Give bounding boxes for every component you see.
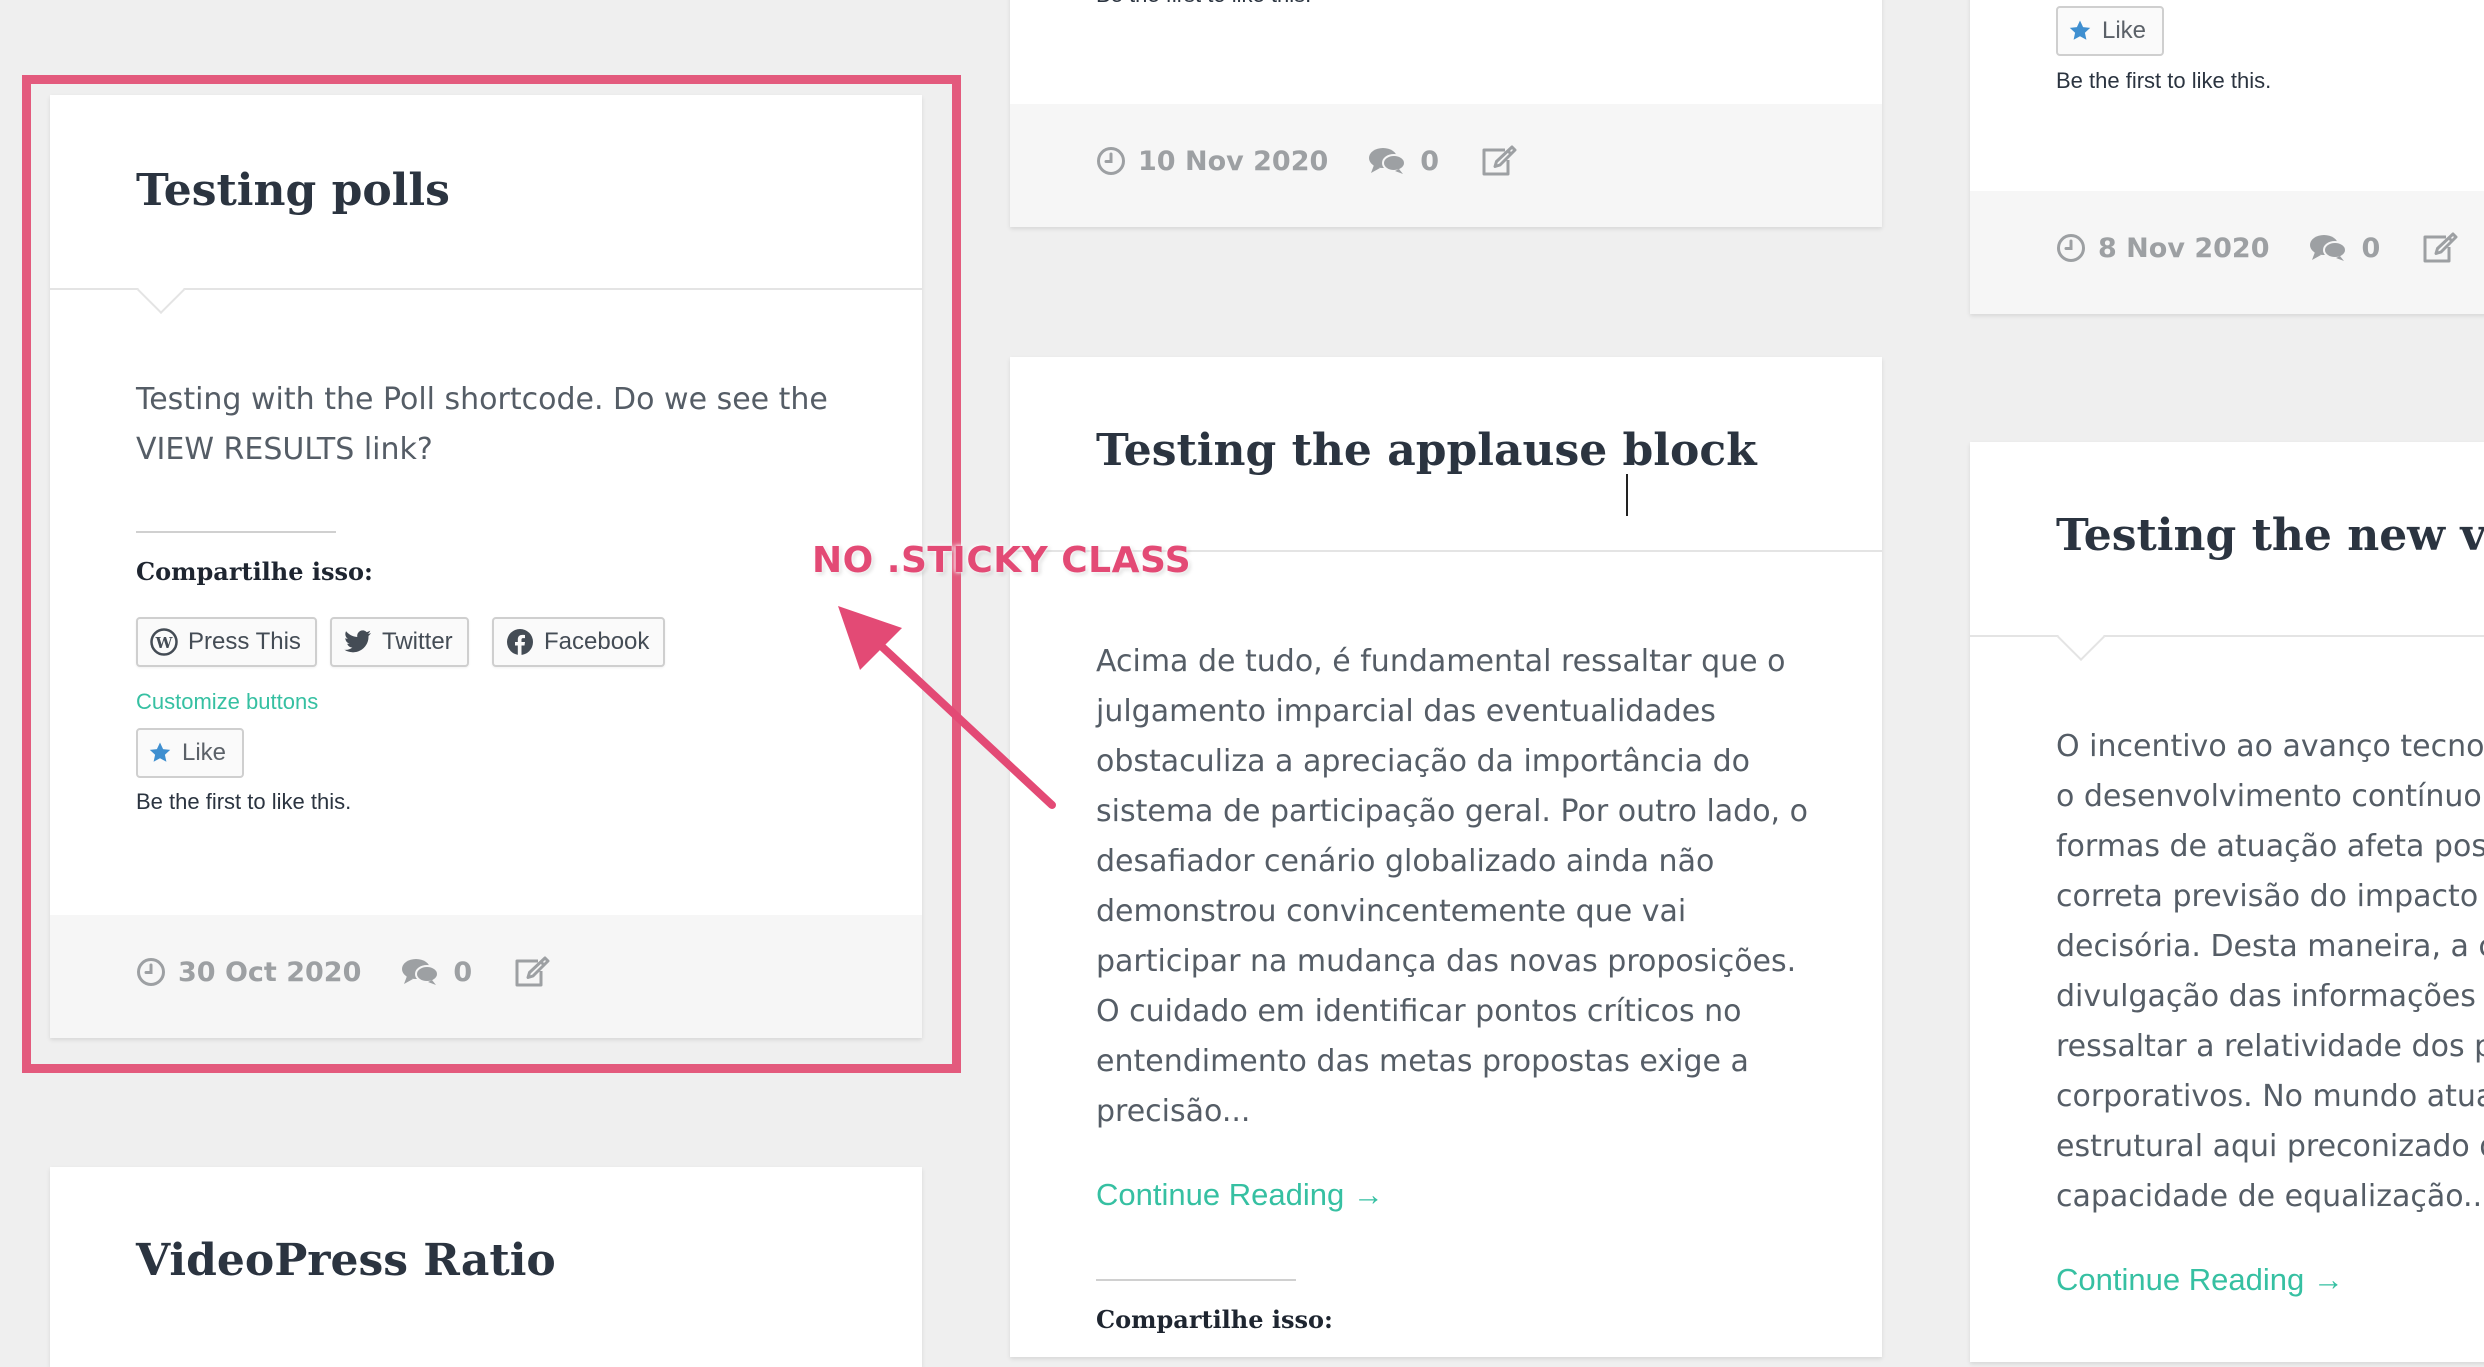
wordpress-icon: W bbox=[150, 628, 178, 656]
facebook-button[interactable]: Facebook bbox=[492, 617, 666, 667]
share-divider bbox=[136, 531, 336, 533]
text-cursor bbox=[1626, 474, 1628, 516]
like-note: Be the first to like this. bbox=[136, 789, 352, 814]
like-label: Like bbox=[182, 739, 227, 766]
post-header: Testing polls bbox=[50, 95, 922, 315]
clock-icon bbox=[1096, 146, 1126, 176]
like-button[interactable]: Like bbox=[136, 728, 245, 778]
share-label: Compartilhe isso: bbox=[136, 557, 373, 586]
post-date[interactable]: 8 Nov 2020 bbox=[2098, 233, 2269, 264]
comment-count[interactable]: 0 bbox=[2361, 233, 2380, 264]
clock-icon bbox=[136, 957, 166, 987]
comment-count[interactable]: 0 bbox=[453, 957, 472, 988]
edit-icon[interactable] bbox=[1479, 144, 1517, 178]
like-note: Be the first to like this. bbox=[2056, 68, 2272, 93]
like-label: Like bbox=[2102, 17, 2147, 44]
facebook-icon bbox=[506, 628, 534, 656]
post-meta: 8 Nov 2020 0 bbox=[2056, 231, 2458, 265]
post-meta: 10 Nov 2020 0 bbox=[1096, 144, 1517, 178]
post-footer: 10 Nov 2020 0 bbox=[1010, 104, 1882, 227]
like-button[interactable]: Like bbox=[2056, 6, 2165, 56]
post-title[interactable]: Testing polls bbox=[136, 165, 450, 216]
post-date[interactable]: 10 Nov 2020 bbox=[1138, 146, 1328, 177]
share-label: Compartilhe isso: bbox=[1096, 1305, 1333, 1334]
post-footer: 8 Nov 2020 0 bbox=[1970, 191, 2484, 314]
post-date[interactable]: 30 Oct 2020 bbox=[178, 957, 361, 988]
share-divider bbox=[1096, 1279, 1296, 1281]
post-excerpt: Testing with the Poll shortcode. Do we s… bbox=[136, 382, 828, 467]
star-icon bbox=[148, 741, 172, 765]
comments-icon[interactable] bbox=[2309, 233, 2348, 263]
post-card-new-vote: Testing the new vote O incentivo ao avan… bbox=[1970, 442, 2484, 1362]
comments-icon[interactable] bbox=[1368, 146, 1407, 176]
post-header: Testing the applause block bbox=[1010, 357, 1882, 552]
press-this-button[interactable]: W Press This bbox=[136, 617, 317, 667]
post-card-applause-block: Testing the applause block Acima de tudo… bbox=[1010, 357, 1882, 1357]
post-card-videopress-ratio: VideoPress Ratio bbox=[50, 1167, 922, 1367]
svg-text:W: W bbox=[155, 634, 174, 652]
post-excerpt: Acima de tudo, é fundamental ressaltar q… bbox=[1096, 644, 1808, 1129]
post-footer: 30 Oct 2020 0 bbox=[50, 915, 922, 1038]
continue-reading-link[interactable]: Continue Reading → bbox=[1096, 1177, 1384, 1213]
post-title[interactable]: Testing the new vote bbox=[2056, 510, 2484, 561]
like-note: Be the first to like this. bbox=[1096, 0, 1311, 8]
post-card-top-right: Like Be the first to like this. 8 Nov 20… bbox=[1970, 0, 2484, 314]
comments-icon[interactable] bbox=[401, 957, 440, 987]
post-title[interactable]: VideoPress Ratio bbox=[136, 1235, 556, 1286]
header-notch bbox=[136, 265, 186, 315]
post-title[interactable]: Testing the applause block bbox=[1096, 425, 1757, 476]
twitter-button[interactable]: Twitter bbox=[330, 617, 469, 667]
comment-count[interactable]: 0 bbox=[1420, 146, 1439, 177]
post-card-top-middle: Be the first to like this. 10 Nov 2020 0 bbox=[1010, 0, 1882, 227]
facebook-label: Facebook bbox=[544, 628, 650, 655]
press-this-label: Press This bbox=[188, 628, 301, 655]
annotation-arrow-icon bbox=[838, 606, 1056, 809]
twitter-icon bbox=[344, 630, 372, 654]
customize-buttons-link[interactable]: Customize buttons bbox=[136, 689, 318, 715]
twitter-label: Twitter bbox=[382, 628, 453, 655]
continue-reading-link[interactable]: Continue Reading → bbox=[2056, 1262, 2344, 1298]
edit-icon[interactable] bbox=[512, 955, 550, 989]
post-header: Testing the new vote bbox=[1970, 442, 2484, 662]
clock-icon bbox=[2056, 233, 2086, 263]
annotation-label: NO .STICKY CLASS bbox=[812, 540, 1192, 581]
post-excerpt: O incentivo ao avanço tecnológico, assim… bbox=[2056, 729, 2484, 1214]
edit-icon[interactable] bbox=[2420, 231, 2458, 265]
star-icon bbox=[2068, 19, 2092, 43]
post-meta: 30 Oct 2020 0 bbox=[136, 955, 550, 989]
post-card-testing-polls: Testing polls Testing with the Poll shor… bbox=[50, 95, 922, 1038]
header-notch bbox=[2056, 612, 2106, 662]
